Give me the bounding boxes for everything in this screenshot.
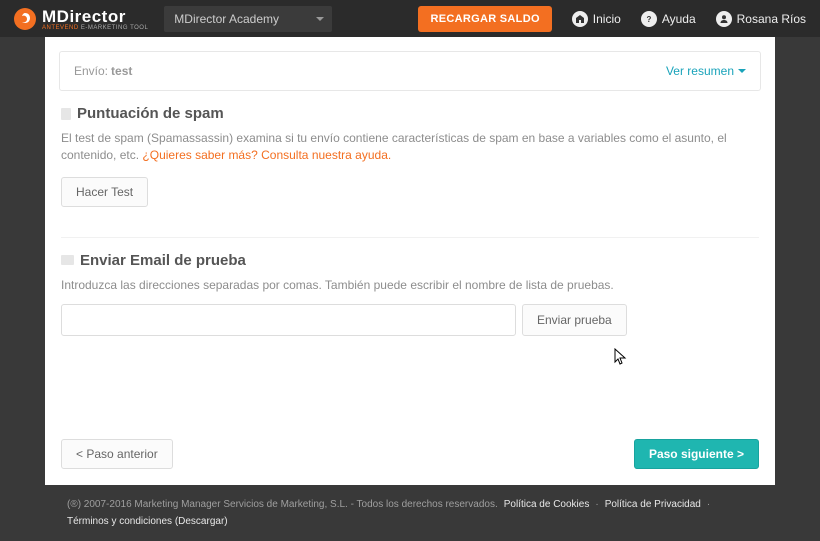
footer-cookies-link[interactable]: Política de Cookies xyxy=(504,499,590,510)
send-test-title: Enviar Email de prueba xyxy=(61,252,759,269)
svg-text:?: ? xyxy=(646,15,651,24)
section-divider xyxy=(61,237,759,238)
account-dropdown-label: MDirector Academy xyxy=(174,12,279,26)
help-icon: ? xyxy=(641,11,657,27)
nav-inicio[interactable]: Inicio xyxy=(572,11,621,27)
chevron-down-icon xyxy=(738,69,746,77)
test-recipients-input[interactable] xyxy=(61,304,516,336)
footer-privacy-link[interactable]: Política de Privacidad xyxy=(605,499,701,510)
footer-copyright: (®) 2007-2016 Marketing Manager Servicio… xyxy=(67,499,498,510)
wizard-nav: < Paso anterior Paso siguiente > xyxy=(45,423,775,485)
nav-user[interactable]: Rosana Ríos xyxy=(716,11,806,27)
envio-label: Envío: xyxy=(74,64,108,78)
ver-resumen-toggle[interactable]: Ver resumen xyxy=(666,64,746,78)
brand-logo-icon xyxy=(14,8,36,30)
brand-tagline: ANTEVEND E-MARKETING TOOL xyxy=(42,25,148,31)
send-test-section: Enviar Email de prueba Introduzca las di… xyxy=(45,242,775,350)
home-icon xyxy=(572,11,588,27)
spam-score-section: Puntuación de spam El test de spam (Spam… xyxy=(45,91,775,221)
page-footer: (®) 2007-2016 Marketing Manager Servicio… xyxy=(45,485,775,541)
document-icon xyxy=(61,108,71,120)
spam-score-description: El test de spam (Spamassassin) examina s… xyxy=(61,130,759,165)
recargar-saldo-button[interactable]: RECARGAR SALDO xyxy=(418,6,551,32)
brand-logo[interactable]: MDirector ANTEVEND E-MARKETING TOOL xyxy=(14,7,148,31)
send-test-description: Introduzca las direcciones separadas por… xyxy=(61,277,759,294)
user-icon xyxy=(716,11,732,27)
paso-siguiente-button[interactable]: Paso siguiente > xyxy=(634,439,759,469)
account-dropdown[interactable]: MDirector Academy xyxy=(164,6,332,32)
hacer-test-button[interactable]: Hacer Test xyxy=(61,177,148,207)
nav-ayuda[interactable]: ? Ayuda xyxy=(641,11,696,27)
envio-value: test xyxy=(111,64,132,78)
spam-score-title: Puntuación de spam xyxy=(61,105,759,122)
footer-terms-link[interactable]: Términos y condiciones (Descargar) xyxy=(67,516,228,527)
spam-help-link[interactable]: ¿Quieres saber más? Consulta nuestra ayu… xyxy=(142,148,391,162)
mail-icon xyxy=(61,255,74,265)
enviar-prueba-button[interactable]: Enviar prueba xyxy=(522,304,627,336)
top-navbar: MDirector ANTEVEND E-MARKETING TOOL MDir… xyxy=(0,0,820,37)
paso-anterior-button[interactable]: < Paso anterior xyxy=(61,439,173,469)
brand-name: MDirector xyxy=(42,7,148,27)
envio-summary-bar: Envío: test Ver resumen xyxy=(59,51,761,91)
